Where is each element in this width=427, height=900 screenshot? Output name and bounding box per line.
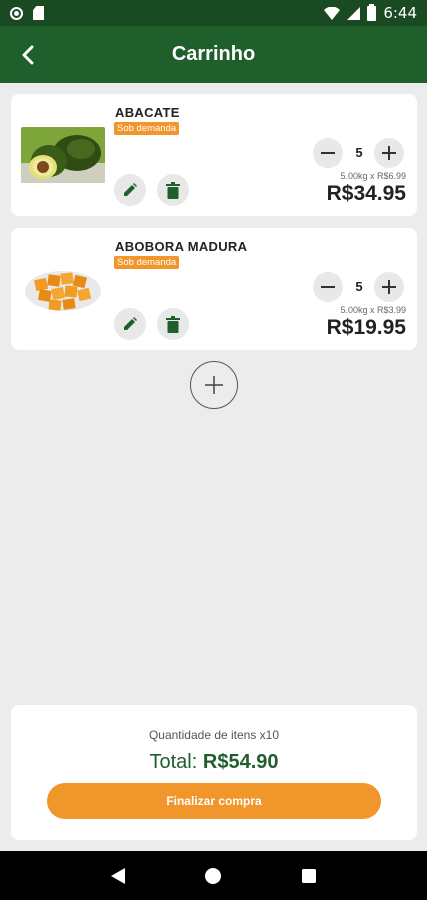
- minus-icon: [321, 152, 335, 154]
- on-demand-badge: Sob demanda: [114, 122, 180, 135]
- plus-icon: [205, 376, 223, 394]
- app-bar: Carrinho: [0, 26, 427, 83]
- unit-price-detail: 5.00kg x R$6.99: [340, 171, 406, 181]
- cart-item-card: ABOBORA MADURA Sob demanda 5 5.00kg x R$…: [11, 228, 417, 350]
- item-price: R$19.95: [326, 316, 406, 339]
- avocado-image: [21, 127, 105, 183]
- minus-icon: [321, 286, 335, 288]
- checkout-button[interactable]: Finalizar compra: [47, 783, 381, 819]
- total-label: Total:: [149, 751, 198, 773]
- status-time: 6:44: [383, 4, 417, 22]
- square-recents-icon: [302, 868, 317, 883]
- increase-quantity-button[interactable]: [374, 272, 404, 302]
- plus-icon: [382, 280, 396, 294]
- items-count: Quantidade de itens x10: [148, 728, 280, 742]
- total-value: R$54.90: [202, 751, 279, 773]
- on-demand-badge: Sob demanda: [114, 256, 180, 269]
- triangle-back-icon: [110, 867, 125, 884]
- sim-card-icon: [33, 6, 44, 20]
- edit-button[interactable]: [114, 174, 146, 206]
- status-bar: 6:44: [0, 0, 427, 26]
- nav-home-button[interactable]: [193, 856, 233, 896]
- nav-recents-button[interactable]: [289, 856, 329, 896]
- trash-icon: [166, 315, 180, 333]
- battery-icon: [367, 3, 377, 21]
- quantity-value: 5: [355, 279, 363, 294]
- total-row: Total: R$54.90: [11, 751, 417, 774]
- nav-back-button[interactable]: [98, 856, 138, 896]
- wifi-icon: [324, 6, 341, 20]
- quantity-value: 5: [355, 145, 363, 160]
- circle-home-icon: [205, 867, 222, 884]
- delete-button[interactable]: [157, 174, 189, 206]
- order-summary: Quantidade de itens x10 Total: R$54.90 F…: [11, 705, 417, 840]
- add-item-button[interactable]: [190, 361, 238, 409]
- back-button[interactable]: [12, 38, 46, 72]
- product-name: ABACATE: [115, 105, 180, 120]
- pencil-icon: [124, 183, 137, 196]
- navigation-bar: [0, 851, 427, 900]
- product-name: ABOBORA MADURA: [115, 239, 248, 254]
- pumpkin-image: [21, 261, 105, 317]
- decrease-quantity-button[interactable]: [313, 272, 343, 302]
- arrow-back-icon: [22, 45, 34, 65]
- item-price: R$34.95: [326, 182, 406, 205]
- pencil-icon: [124, 317, 137, 330]
- cart-item-card: ABACATE Sob demanda 5 5.00kg x R$6.99 R$…: [11, 94, 417, 216]
- signal-icon: [347, 6, 361, 20]
- edit-button[interactable]: [114, 308, 146, 340]
- unit-price-detail: 5.00kg x R$3.99: [340, 305, 406, 315]
- decrease-quantity-button[interactable]: [313, 138, 343, 168]
- plus-icon: [382, 146, 396, 160]
- increase-quantity-button[interactable]: [374, 138, 404, 168]
- page-title: Carrinho: [171, 43, 256, 65]
- notification-icon: [10, 6, 23, 20]
- delete-button[interactable]: [157, 308, 189, 340]
- trash-icon: [166, 181, 180, 199]
